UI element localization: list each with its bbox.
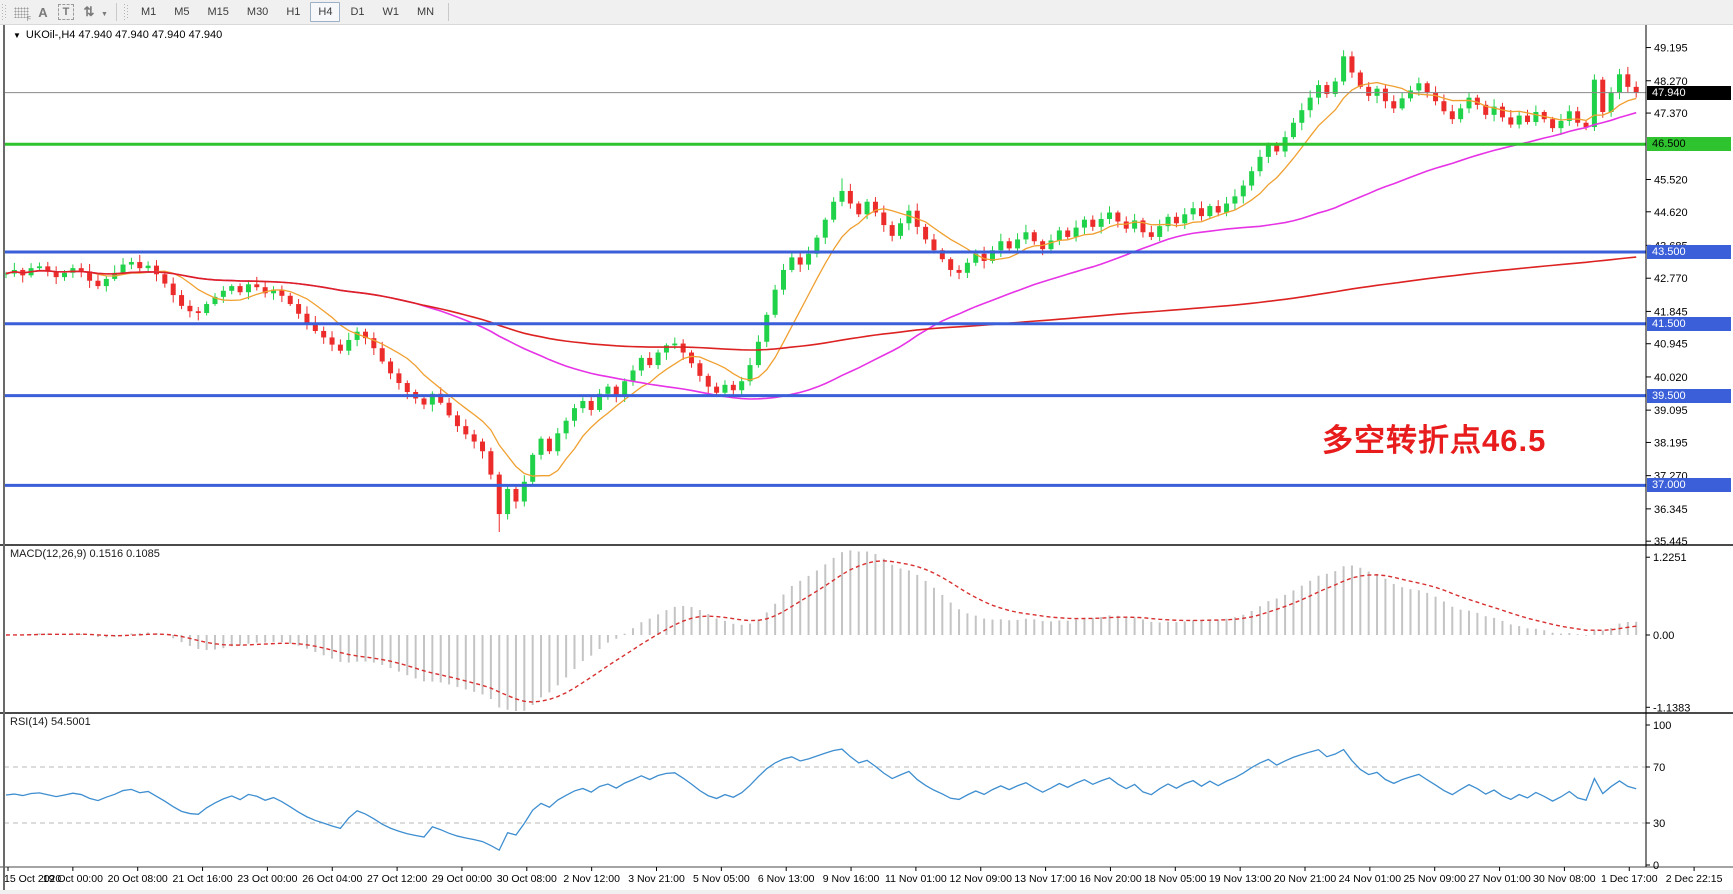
- svg-text:19 Oct 00:00: 19 Oct 00:00: [43, 873, 103, 885]
- timeframe-d1-button[interactable]: D1: [342, 2, 372, 22]
- chart-left-border: [3, 24, 5, 890]
- snap-grid-icon[interactable]: F: [10, 2, 32, 22]
- toolbar-drag-handle[interactable]: [2, 4, 6, 20]
- svg-text:1 Dec 17:00: 1 Dec 17:00: [1601, 873, 1658, 885]
- timeframe-toolbar-handle[interactable]: [124, 4, 128, 20]
- mt4-chart-window: F A T ⇅ ▼ M1M5M15M30H1H4D1W1MN 49.19548.…: [0, 0, 1733, 894]
- svg-text:23 Oct 00:00: 23 Oct 00:00: [237, 873, 297, 885]
- timeframe-m15-button[interactable]: M15: [200, 2, 237, 22]
- svg-text:12 Nov 09:00: 12 Nov 09:00: [950, 873, 1013, 885]
- timeframe-mn-button[interactable]: MN: [409, 2, 442, 22]
- svg-text:16 Nov 20:00: 16 Nov 20:00: [1079, 873, 1142, 885]
- svg-text:24 Nov 01:00: 24 Nov 01:00: [1339, 873, 1402, 885]
- arrows-dropdown-caret[interactable]: ▼: [101, 11, 108, 18]
- svg-text:30: 30: [1653, 818, 1665, 830]
- svg-text:25 Nov 09:00: 25 Nov 09:00: [1403, 873, 1466, 885]
- macd-indicator-label: MACD(12,26,9) 0.1516 0.1085: [10, 548, 160, 560]
- svg-text:47.370: 47.370: [1654, 108, 1688, 120]
- svg-text:35.445: 35.445: [1654, 536, 1688, 548]
- svg-text:0: 0: [1653, 860, 1659, 872]
- svg-text:100: 100: [1653, 720, 1671, 732]
- svg-text:42.770: 42.770: [1654, 273, 1688, 285]
- timeframe-h4-button[interactable]: H4: [310, 2, 340, 22]
- svg-text:26 Oct 04:00: 26 Oct 04:00: [302, 873, 362, 885]
- svg-text:1.2251: 1.2251: [1653, 552, 1687, 564]
- svg-text:70: 70: [1653, 762, 1665, 774]
- timeframe-m5-button[interactable]: M5: [166, 2, 197, 22]
- svg-text:18 Nov 05:00: 18 Nov 05:00: [1144, 873, 1207, 885]
- arrows-tool-icon[interactable]: ⇅: [78, 2, 100, 22]
- timeframe-buttons: M1M5M15M30H1H4D1W1MN: [132, 2, 443, 22]
- toolbar-separator: [448, 3, 449, 21]
- svg-text:30 Oct 08:00: 30 Oct 08:00: [497, 873, 557, 885]
- svg-text:6 Nov 13:00: 6 Nov 13:00: [758, 873, 815, 885]
- svg-text:3 Nov 21:00: 3 Nov 21:00: [628, 873, 685, 885]
- level-badge-41.500: 41.500: [1647, 317, 1731, 331]
- text-box-icon[interactable]: T: [58, 4, 74, 20]
- level-badge-46.500: 46.500: [1647, 137, 1731, 151]
- svg-text:30 Nov 08:00: 30 Nov 08:00: [1533, 873, 1596, 885]
- svg-text:20 Nov 21:00: 20 Nov 21:00: [1274, 873, 1337, 885]
- svg-text:21 Oct 16:00: 21 Oct 16:00: [172, 873, 232, 885]
- svg-text:27 Nov 01:00: 27 Nov 01:00: [1468, 873, 1531, 885]
- timeframe-m30-button[interactable]: M30: [239, 2, 276, 22]
- svg-text:27 Oct 12:00: 27 Oct 12:00: [367, 873, 427, 885]
- svg-text:38.195: 38.195: [1654, 437, 1688, 449]
- svg-text:20 Oct 08:00: 20 Oct 08:00: [108, 873, 168, 885]
- svg-text:40.020: 40.020: [1654, 372, 1688, 384]
- svg-text:2 Nov 12:00: 2 Nov 12:00: [563, 873, 620, 885]
- svg-text:29 Oct 00:00: 29 Oct 00:00: [432, 873, 492, 885]
- svg-text:19 Nov 13:00: 19 Nov 13:00: [1209, 873, 1272, 885]
- chart-symbol-title: ▼ UKOil-,H4 47.940 47.940 47.940 47.940: [13, 29, 222, 41]
- annotation-text: 多空转折点46.5: [1322, 415, 1546, 460]
- svg-text:11 Nov 01:00: 11 Nov 01:00: [885, 873, 947, 885]
- toolbar: F A T ⇅ ▼ M1M5M15M30H1H4D1W1MN: [0, 0, 1733, 25]
- svg-text:-1.1383: -1.1383: [1653, 702, 1690, 714]
- svg-text:5 Nov 05:00: 5 Nov 05:00: [693, 873, 750, 885]
- level-badge-39.500: 39.500: [1647, 389, 1731, 403]
- timeframe-w1-button[interactable]: W1: [375, 2, 408, 22]
- toolbar-separator: [116, 3, 117, 21]
- svg-text:2 Dec 22:15: 2 Dec 22:15: [1666, 873, 1723, 885]
- svg-text:45.520: 45.520: [1654, 174, 1688, 186]
- svg-text:9 Nov 16:00: 9 Nov 16:00: [823, 873, 880, 885]
- svg-text:40.945: 40.945: [1654, 339, 1688, 351]
- collapse-triangle-icon[interactable]: ▼: [13, 31, 21, 40]
- text-label-icon[interactable]: A: [32, 2, 54, 22]
- window-bottom-edge: [0, 890, 1733, 894]
- svg-text:39.095: 39.095: [1654, 405, 1688, 417]
- grid-f-label: F: [27, 16, 31, 23]
- symbol-ohlc-text: UKOil-,H4 47.940 47.940 47.940 47.940: [26, 29, 222, 41]
- rsi-indicator-label: RSI(14) 54.5001: [10, 716, 91, 728]
- level-badge-43.500: 43.500: [1647, 245, 1731, 259]
- level-badge-37.000: 37.000: [1647, 478, 1731, 492]
- svg-text:13 Nov 17:00: 13 Nov 17:00: [1014, 873, 1077, 885]
- svg-text:0.00: 0.00: [1653, 630, 1674, 642]
- timeframe-m1-button[interactable]: M1: [133, 2, 164, 22]
- svg-text:36.345: 36.345: [1654, 504, 1688, 516]
- svg-text:49.195: 49.195: [1654, 43, 1688, 55]
- svg-text:44.620: 44.620: [1654, 207, 1688, 219]
- timeframe-h1-button[interactable]: H1: [278, 2, 308, 22]
- current-price-badge: 47.940: [1647, 86, 1731, 100]
